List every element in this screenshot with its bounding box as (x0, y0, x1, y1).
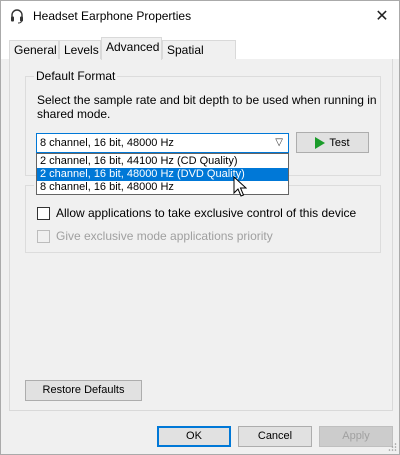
close-icon: ✕ (375, 8, 389, 25)
cancel-button[interactable]: Cancel (238, 426, 312, 447)
tab-advanced[interactable]: Advanced (101, 37, 162, 60)
close-button[interactable]: ✕ (365, 1, 399, 31)
exclusive-priority-checkbox (37, 229, 50, 243)
allow-exclusive-checkbox[interactable] (37, 206, 50, 220)
advanced-panel: Default Format E Select the sample rate … (9, 59, 393, 411)
headset-icon (11, 9, 23, 24)
allow-exclusive-label: Allow applications to take exclusive con… (56, 206, 357, 220)
chevron-down-icon: ▽ (275, 137, 283, 148)
format-select-value: 8 channel, 16 bit, 48000 Hz (40, 137, 174, 149)
format-dropdown-list: 2 channel, 16 bit, 44100 Hz (CD Quality)… (36, 153, 289, 195)
format-option[interactable]: 2 channel, 16 bit, 44100 Hz (CD Quality) (37, 155, 288, 168)
ok-button[interactable]: OK (157, 426, 231, 447)
resize-grip-icon[interactable] (387, 442, 397, 452)
window-title: Headset Earphone Properties (33, 9, 192, 23)
properties-window: Headset Earphone Properties ✕ General Le… (0, 0, 400, 455)
apply-button: Apply (319, 426, 393, 447)
format-option[interactable]: 8 channel, 16 bit, 48000 Hz (37, 181, 288, 194)
format-select[interactable]: 8 channel, 16 bit, 48000 Hz ▽ (36, 133, 289, 153)
format-description: Select the sample rate and bit depth to … (37, 93, 377, 121)
restore-defaults-button[interactable]: Restore Defaults (25, 380, 142, 401)
title-bar: Headset Earphone Properties ✕ (1, 1, 399, 31)
tab-general[interactable]: General (9, 40, 59, 59)
test-button-label: Test (329, 136, 350, 149)
exclusive-priority-row: Give exclusive mode applications priorit… (37, 229, 273, 243)
tab-levels[interactable]: Levels (59, 40, 101, 59)
allow-exclusive-row[interactable]: Allow applications to take exclusive con… (37, 206, 356, 220)
test-button[interactable]: Test (296, 132, 369, 153)
play-icon (315, 136, 326, 149)
tab-strip: General Levels Advanced Spatial sound (1, 31, 399, 75)
default-format-legend: Default Format (34, 69, 118, 83)
exclusive-priority-label: Give exclusive mode applications priorit… (56, 229, 273, 243)
tab-spatial-sound[interactable]: Spatial sound (162, 40, 236, 75)
format-option-highlighted[interactable]: 2 channel, 16 bit, 48000 Hz (DVD Quality… (37, 168, 288, 181)
mouse-pointer-icon (233, 176, 247, 197)
